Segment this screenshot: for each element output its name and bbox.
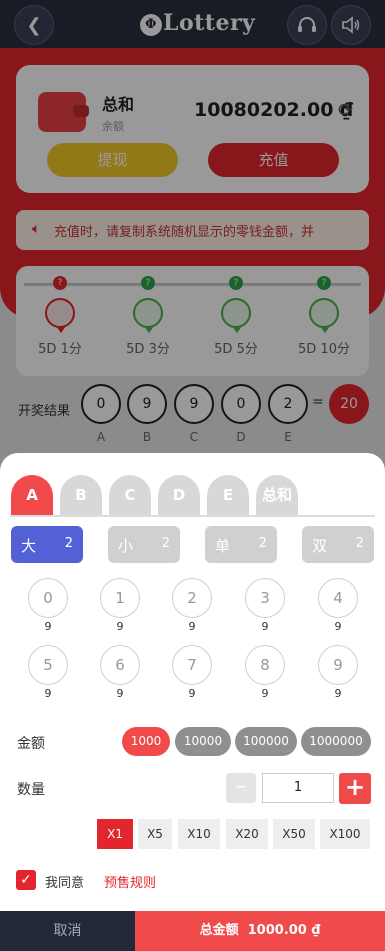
number-ball-9[interactable]: 9: [318, 645, 358, 685]
chip-big[interactable]: 大2: [11, 526, 83, 563]
quantity-increase-button[interactable]: +: [339, 773, 371, 804]
number-ball-6[interactable]: 6: [100, 645, 140, 685]
number-odds: 9: [116, 620, 124, 633]
number-odds: 9: [261, 687, 269, 700]
chip-even[interactable]: 双2: [302, 526, 374, 563]
number-ball-8[interactable]: 8: [245, 645, 285, 685]
chip-small[interactable]: 小2: [108, 526, 180, 563]
cancel-button[interactable]: 取消: [0, 911, 135, 951]
amount-option-1000000[interactable]: 1000000: [301, 727, 371, 756]
number-ball-4[interactable]: 4: [318, 578, 358, 618]
multiplier-x1[interactable]: X1: [97, 819, 133, 849]
number-ball-1[interactable]: 1: [100, 578, 140, 618]
number-odds: 9: [188, 687, 196, 700]
number-ball-5[interactable]: 5: [28, 645, 68, 685]
total-value: 1000.00 ₫: [247, 923, 321, 938]
tab-sum[interactable]: 总和: [256, 475, 298, 515]
tab-c[interactable]: C: [109, 475, 151, 515]
multiplier-x20[interactable]: X20: [226, 819, 268, 849]
number-odds: 9: [44, 687, 52, 700]
multiplier-x100[interactable]: X100: [320, 819, 370, 849]
amount-option-10000[interactable]: 10000: [175, 727, 231, 756]
total-label: 总金额: [199, 923, 239, 938]
amount-label: 金额: [17, 736, 45, 752]
amount-option-100000[interactable]: 100000: [235, 727, 297, 756]
bet-sheet: A B C D E 总和 大2 小2 单2 双2 0 1 2 3 4 9 9 9…: [0, 453, 385, 951]
tab-e[interactable]: E: [207, 475, 249, 515]
number-odds: 9: [116, 687, 124, 700]
position-tabs: A B C D E 总和: [10, 473, 375, 517]
number-ball-2[interactable]: 2: [172, 578, 212, 618]
confirm-total-button[interactable]: 总金额 1000.00 ₫: [135, 911, 385, 951]
number-odds: 9: [261, 620, 269, 633]
number-ball-0[interactable]: 0: [28, 578, 68, 618]
multiplier-x5[interactable]: X5: [138, 819, 172, 849]
number-odds: 9: [334, 687, 342, 700]
quantity-input[interactable]: 1: [262, 773, 334, 803]
tab-a[interactable]: A: [11, 475, 53, 515]
quantity-label: 数量: [17, 782, 45, 798]
bet-type-chips: 大2 小2 单2 双2: [0, 526, 385, 566]
number-ball-7[interactable]: 7: [172, 645, 212, 685]
tab-b[interactable]: B: [60, 475, 102, 515]
number-odds: 9: [334, 620, 342, 633]
amount-option-1000[interactable]: 1000: [122, 727, 170, 756]
tab-d[interactable]: D: [158, 475, 200, 515]
number-odds: 9: [188, 620, 196, 633]
multiplier-x10[interactable]: X10: [178, 819, 220, 849]
number-ball-3[interactable]: 3: [245, 578, 285, 618]
quantity-decrease-button[interactable]: –: [226, 773, 256, 803]
presale-rules-link[interactable]: 预售规则: [104, 872, 156, 891]
agree-checkbox[interactable]: ✓: [16, 870, 36, 890]
multiplier-x50[interactable]: X50: [273, 819, 315, 849]
number-odds: 9: [44, 620, 52, 633]
agree-text: 我同意: [45, 876, 85, 891]
chip-odd[interactable]: 单2: [205, 526, 277, 563]
